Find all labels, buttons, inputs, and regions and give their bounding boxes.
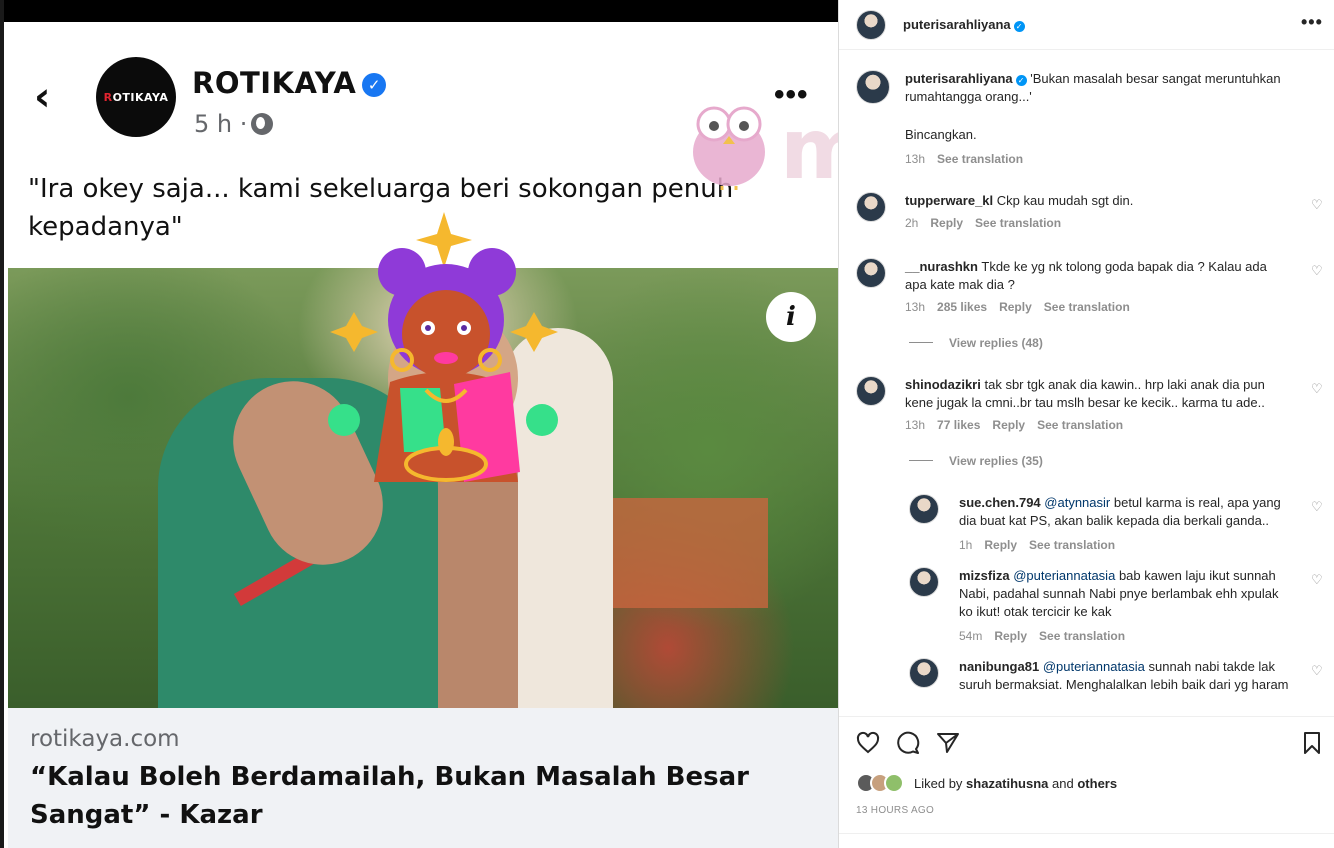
share-paper-plane-icon[interactable] — [936, 731, 960, 755]
like-comment-heart-icon[interactable]: ♡ — [1311, 500, 1325, 514]
view-replies-button[interactable]: View replies (48) — [909, 336, 1043, 350]
link-domain: rotikaya.com — [30, 726, 180, 752]
reply-mention[interactable]: @puteriannatasia — [1043, 659, 1145, 674]
view-replies-button[interactable]: View replies (35) — [909, 454, 1043, 468]
comments-list: puterisarahliyana ✓ 'Bukan masalah besar … — [839, 52, 1334, 716]
avatar-logo-r: R — [103, 90, 113, 104]
comment-time: 2h — [905, 216, 919, 230]
reply-username[interactable]: mizsfiza — [959, 568, 1010, 583]
reply-link[interactable]: Reply — [994, 629, 1027, 643]
comment-meta: 13h 77 likes Reply See translation — [905, 418, 1135, 432]
reply-body: nanibunga81 @puteriannatasia sunnah nabi… — [959, 658, 1289, 694]
comment-avatar[interactable] — [856, 376, 886, 406]
liked-by-and: and — [1052, 776, 1074, 791]
verified-badge-icon: ✓ — [362, 73, 387, 97]
meta-separator: · — [239, 110, 248, 138]
info-button[interactable]: i — [766, 292, 816, 342]
reply-link[interactable]: Reply — [999, 300, 1032, 314]
comment-avatar[interactable] — [856, 258, 886, 288]
caption-username[interactable]: puterisarahliyana — [905, 71, 1013, 86]
reply-link[interactable]: Reply — [992, 418, 1025, 432]
see-translation-link[interactable]: See translation — [975, 216, 1061, 230]
reply-meta: 1h Reply See translation — [959, 538, 1127, 552]
like-comment-heart-icon[interactable]: ♡ — [1311, 573, 1325, 587]
comment-username[interactable]: tupperware_kl — [905, 193, 993, 208]
link-title[interactable]: “Kalau Boleh Berdamailah, Bukan Masalah … — [30, 758, 800, 834]
post-meta: 5 h · — [194, 110, 274, 138]
comment-time: 13h — [905, 300, 926, 314]
comment-icon[interactable] — [896, 731, 920, 755]
reply-avatar[interactable] — [909, 658, 939, 688]
comment-username[interactable]: shinodazikri — [905, 377, 981, 392]
instagram-panel: puterisarahliyana ✓ ••• puterisarahliyana… — [838, 0, 1334, 848]
avatar-logo-text: OTIKAYA — [112, 90, 169, 104]
liked-by-others[interactable]: others — [1077, 776, 1117, 791]
caption-time: 13h — [905, 152, 926, 166]
comment-meta: 2h Reply See translation — [905, 216, 1073, 230]
comment-username[interactable]: __nurashkn — [905, 259, 978, 274]
see-translation-link[interactable]: See translation — [1029, 538, 1115, 552]
page-avatar[interactable]: ROTIKAYA — [96, 57, 176, 137]
post-time: 5 h — [194, 110, 233, 138]
page-name[interactable]: ROTIKAYA ✓ — [192, 66, 387, 100]
save-bookmark-icon[interactable] — [1302, 731, 1322, 755]
reply-meta: 54m Reply See translation — [959, 629, 1137, 643]
reply-username[interactable]: sue.chen.794 — [959, 495, 1041, 510]
comment-likes[interactable]: 77 likes — [937, 418, 980, 432]
liked-by-user[interactable]: shazatihusna — [966, 776, 1048, 791]
liked-by-prefix: Liked by — [914, 776, 963, 791]
comment-body: tupperware_kl Ckp kau mudah sgt din. — [905, 192, 1289, 210]
page-name-text[interactable]: ROTIKAYA — [192, 66, 356, 100]
comment-text: Ckp kau mudah sgt din. — [996, 193, 1134, 208]
like-comment-heart-icon[interactable]: ♡ — [1311, 198, 1325, 212]
like-heart-icon[interactable] — [856, 731, 880, 755]
reply-username[interactable]: nanibunga81 — [959, 659, 1039, 674]
header-username[interactable]: puterisarahliyana — [903, 17, 1011, 32]
link-preview-card[interactable]: rotikaya.com “Kalau Boleh Berdamailah, B… — [8, 708, 842, 848]
reply-link[interactable]: Reply — [930, 216, 963, 230]
author-name[interactable]: puterisarahliyana ✓ — [903, 16, 1025, 34]
caption-body: puterisarahliyana ✓ 'Bukan masalah besar … — [905, 70, 1289, 144]
caption-meta: 13h See translation — [905, 152, 1035, 166]
reply-avatar[interactable] — [909, 567, 939, 597]
reply-mention[interactable]: @puteriannatasia — [1013, 568, 1115, 583]
reply-time: 1h — [959, 538, 973, 552]
more-options-button[interactable]: ••• — [1301, 12, 1323, 33]
status-bar — [4, 0, 842, 22]
reply-body: sue.chen.794 @atynnasir betul karma is r… — [959, 494, 1289, 530]
back-button[interactable]: ‹ — [34, 77, 64, 117]
like-comment-heart-icon[interactable]: ♡ — [1311, 382, 1325, 396]
comment-time: 13h — [905, 418, 926, 432]
like-comment-heart-icon[interactable]: ♡ — [1311, 664, 1325, 678]
caption-avatar[interactable] — [856, 70, 890, 104]
post-time-ago: 13 HOURS AGO — [856, 805, 935, 816]
liker-avatar[interactable] — [884, 773, 904, 793]
reply-link[interactable]: Reply — [984, 538, 1017, 552]
cartoon-sticker-icon — [328, 212, 558, 482]
see-translation-link[interactable]: See translation — [937, 152, 1023, 166]
comment-meta: 13h 285 likes Reply See translation — [905, 300, 1142, 314]
globe-icon — [251, 113, 274, 135]
see-translation-link[interactable]: See translation — [1044, 300, 1130, 314]
comment-body: shinodazikri tak sbr tgk anak dia kawin.… — [905, 376, 1289, 412]
liked-by-text: Liked by shazatihusna and others — [914, 776, 1117, 791]
see-translation-link[interactable]: See translation — [1039, 629, 1125, 643]
reply-time: 54m — [959, 629, 983, 643]
add-comment-bar[interactable] — [839, 833, 1334, 848]
verified-badge-icon: ✓ — [1015, 75, 1027, 86]
comment-avatar[interactable] — [856, 192, 886, 222]
ig-post-header: puterisarahliyana ✓ ••• — [839, 0, 1334, 50]
comment-likes[interactable]: 285 likes — [937, 300, 987, 314]
post-actions: Liked by shazatihusna and others 13 HOUR… — [839, 716, 1334, 848]
reply-avatar[interactable] — [909, 494, 939, 524]
caption-text-2: Bincangkan. — [905, 127, 977, 142]
comment-body: __nurashkn Tkde ke yg nk tolong goda bap… — [905, 258, 1289, 294]
see-translation-link[interactable]: See translation — [1037, 418, 1123, 432]
reply-mention[interactable]: @atynnasir — [1044, 495, 1110, 510]
author-avatar[interactable] — [856, 10, 886, 40]
like-comment-heart-icon[interactable]: ♡ — [1311, 264, 1325, 278]
reply-body: mizsfiza @puteriannatasia bab kawen laju… — [959, 567, 1289, 621]
owl-logo-icon — [693, 106, 765, 190]
verified-badge-icon: ✓ — [1013, 21, 1025, 32]
